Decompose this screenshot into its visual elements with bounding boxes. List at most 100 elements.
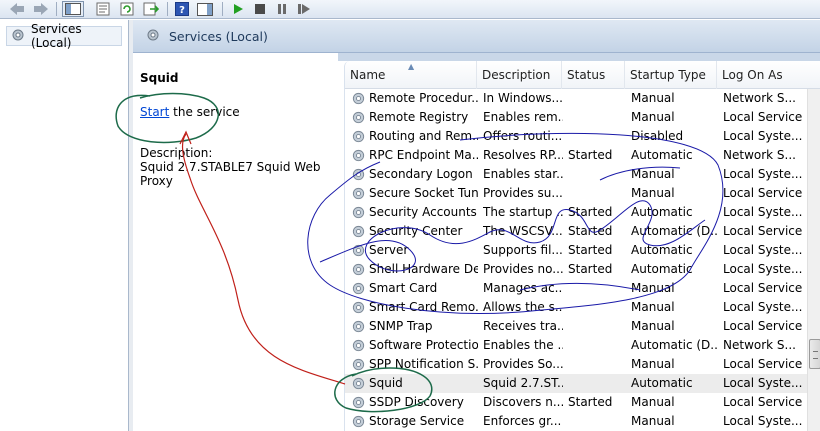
cell-log-on-as: Local Syste...: [723, 167, 803, 181]
table-row[interactable]: Security Accounts... The startup ... Start…: [345, 203, 820, 222]
cell-startup-type: Automatic: [631, 243, 693, 257]
table-row[interactable]: SSDP Discovery Discovers n... Started Manua…: [345, 393, 820, 412]
cell-startup-type: Manual: [631, 167, 675, 181]
start-service-link[interactable]: Start: [140, 105, 169, 119]
service-gear-icon: [351, 338, 366, 353]
cell-description: The startup ...: [483, 205, 563, 219]
cell-startup-type: Manual: [631, 300, 675, 314]
restart-service-icon[interactable]: [296, 1, 312, 17]
cell-log-on-as: Network S...: [723, 148, 796, 162]
cell-description: Receives tra...: [483, 319, 563, 333]
extended-panel: Squid Start the service Description: Squ…: [133, 64, 338, 431]
service-gear-icon: [351, 148, 366, 163]
cell-description: The WSCSV...: [483, 224, 563, 238]
table-row[interactable]: Secure Socket Tun... Provides su... Manual…: [345, 184, 820, 203]
cell-startup-type: Manual: [631, 110, 675, 124]
tree-item-services-local[interactable]: Services (Local): [6, 22, 122, 50]
table-row[interactable]: Smart Card Manages ac... Manual Local Servi…: [345, 279, 820, 298]
cell-startup-type: Manual: [631, 281, 675, 295]
gear-icon: [145, 27, 161, 46]
cell-description: Enforces gr...: [483, 414, 562, 428]
header-divider: [338, 53, 820, 61]
cell-startup-type: Manual: [631, 91, 675, 105]
table-row[interactable]: Smart Card Remo... Allows the s... Manual L…: [345, 298, 820, 317]
cell-name: Server: [369, 243, 409, 257]
cell-description: Enables the ...: [483, 338, 563, 352]
table-row[interactable]: SPP Notification S... Provides So... Manua…: [345, 355, 820, 374]
column-header: Name ▲ Description Status Startup Type L…: [345, 61, 820, 89]
gear-icon: [10, 27, 26, 46]
cell-description: Provides So...: [483, 357, 563, 371]
service-gear-icon: [351, 300, 366, 315]
cell-status: [568, 279, 626, 298]
vertical-scrollbar[interactable]: [807, 89, 820, 431]
forward-arrow-icon[interactable]: [32, 1, 50, 17]
service-gear-icon: [351, 205, 366, 220]
pause-service-icon[interactable]: [274, 1, 290, 17]
cell-status: [568, 108, 626, 127]
table-row[interactable]: RPC Endpoint Ma... Resolves RP... Started A…: [345, 146, 820, 165]
export-list-icon[interactable]: [142, 1, 160, 17]
cell-description: Squid 2.7.ST...: [483, 376, 563, 390]
service-gear-icon: [351, 262, 366, 277]
cell-log-on-as: Local Service: [723, 186, 803, 200]
cell-status: [568, 184, 626, 203]
table-row[interactable]: Secondary Logon Enables star... Manual Loca…: [345, 165, 820, 184]
back-arrow-icon[interactable]: [8, 1, 26, 17]
cell-status: Started: [568, 148, 613, 162]
cell-startup-type: Automatic: [631, 376, 693, 390]
table-row[interactable]: Squid Squid 2.7.ST... Automatic Local Syste…: [345, 374, 820, 393]
cell-status: [568, 127, 626, 146]
cell-description: Discovers n...: [483, 395, 563, 409]
cell-description: Manages ac...: [483, 281, 563, 295]
table-row[interactable]: Server Supports fil... Started Automatic Loc…: [345, 241, 820, 260]
cell-name: Squid: [369, 376, 403, 390]
cell-log-on-as: Local Syste...: [723, 300, 803, 314]
table-row[interactable]: Shell Hardware De... Provides no... Starte…: [345, 260, 820, 279]
cell-status: Started: [568, 243, 613, 257]
table-row[interactable]: Security Center The WSCSV... Started Automa…: [345, 222, 820, 241]
table-row[interactable]: Remote Registry Enables rem... Manual Local…: [345, 108, 820, 127]
refresh-icon[interactable]: [118, 1, 136, 17]
page-title: Services (Local): [169, 28, 268, 44]
cell-description: Provides no...: [483, 262, 563, 276]
cell-name: SPP Notification S...: [369, 357, 478, 371]
column-log-on-as[interactable]: Log On As: [717, 61, 820, 89]
service-gear-icon: [351, 319, 366, 334]
cell-name: Remote Procedur...: [369, 91, 478, 105]
cell-startup-type: Manual: [631, 186, 675, 200]
service-gear-icon: [351, 357, 366, 372]
show-hide-action-pane-icon[interactable]: [196, 1, 214, 17]
cell-name: RPC Endpoint Ma...: [369, 148, 478, 162]
show-hide-tree-icon[interactable]: [62, 1, 84, 17]
cell-status: [568, 412, 626, 431]
cell-name: Storage Service: [369, 414, 465, 428]
table-row[interactable]: SNMP Trap Receives tra... Manual Local Serv…: [345, 317, 820, 336]
cell-log-on-as: Local Syste...: [723, 262, 803, 276]
cell-name: Security Accounts...: [369, 205, 478, 219]
cell-log-on-as: Local Service: [723, 110, 803, 124]
service-gear-icon: [351, 186, 366, 201]
cell-name: SNMP Trap: [369, 319, 433, 333]
cell-startup-type: Manual: [631, 395, 675, 409]
table-row[interactable]: Software Protection Enables the ... Automa…: [345, 336, 820, 355]
table-row[interactable]: Routing and Rem... Offers routi... Disable…: [345, 127, 820, 146]
cell-status: [568, 165, 626, 184]
cell-description: Provides su...: [483, 186, 563, 200]
start-service-icon[interactable]: [230, 1, 246, 17]
services-list: Name ▲ Description Status Startup Type L…: [344, 61, 820, 431]
service-gear-icon: [351, 91, 366, 106]
table-row[interactable]: Remote Procedur... In Windows... Manual Net…: [345, 89, 820, 108]
cell-status: [568, 89, 626, 108]
properties-icon[interactable]: [94, 1, 112, 17]
column-description[interactable]: Description: [477, 61, 562, 89]
table-row[interactable]: Storage Service Enforces gr... Manual Local…: [345, 412, 820, 431]
help-icon[interactable]: ?: [174, 1, 190, 17]
scrollbar-thumb[interactable]: [809, 339, 820, 369]
cell-description: Supports fil...: [483, 243, 563, 257]
column-status[interactable]: Status: [562, 61, 625, 89]
cell-description: In Windows...: [483, 91, 563, 105]
stop-service-icon[interactable]: [252, 1, 268, 17]
column-startup-type[interactable]: Startup Type: [625, 61, 717, 89]
cell-log-on-as: Local Service: [723, 357, 803, 371]
